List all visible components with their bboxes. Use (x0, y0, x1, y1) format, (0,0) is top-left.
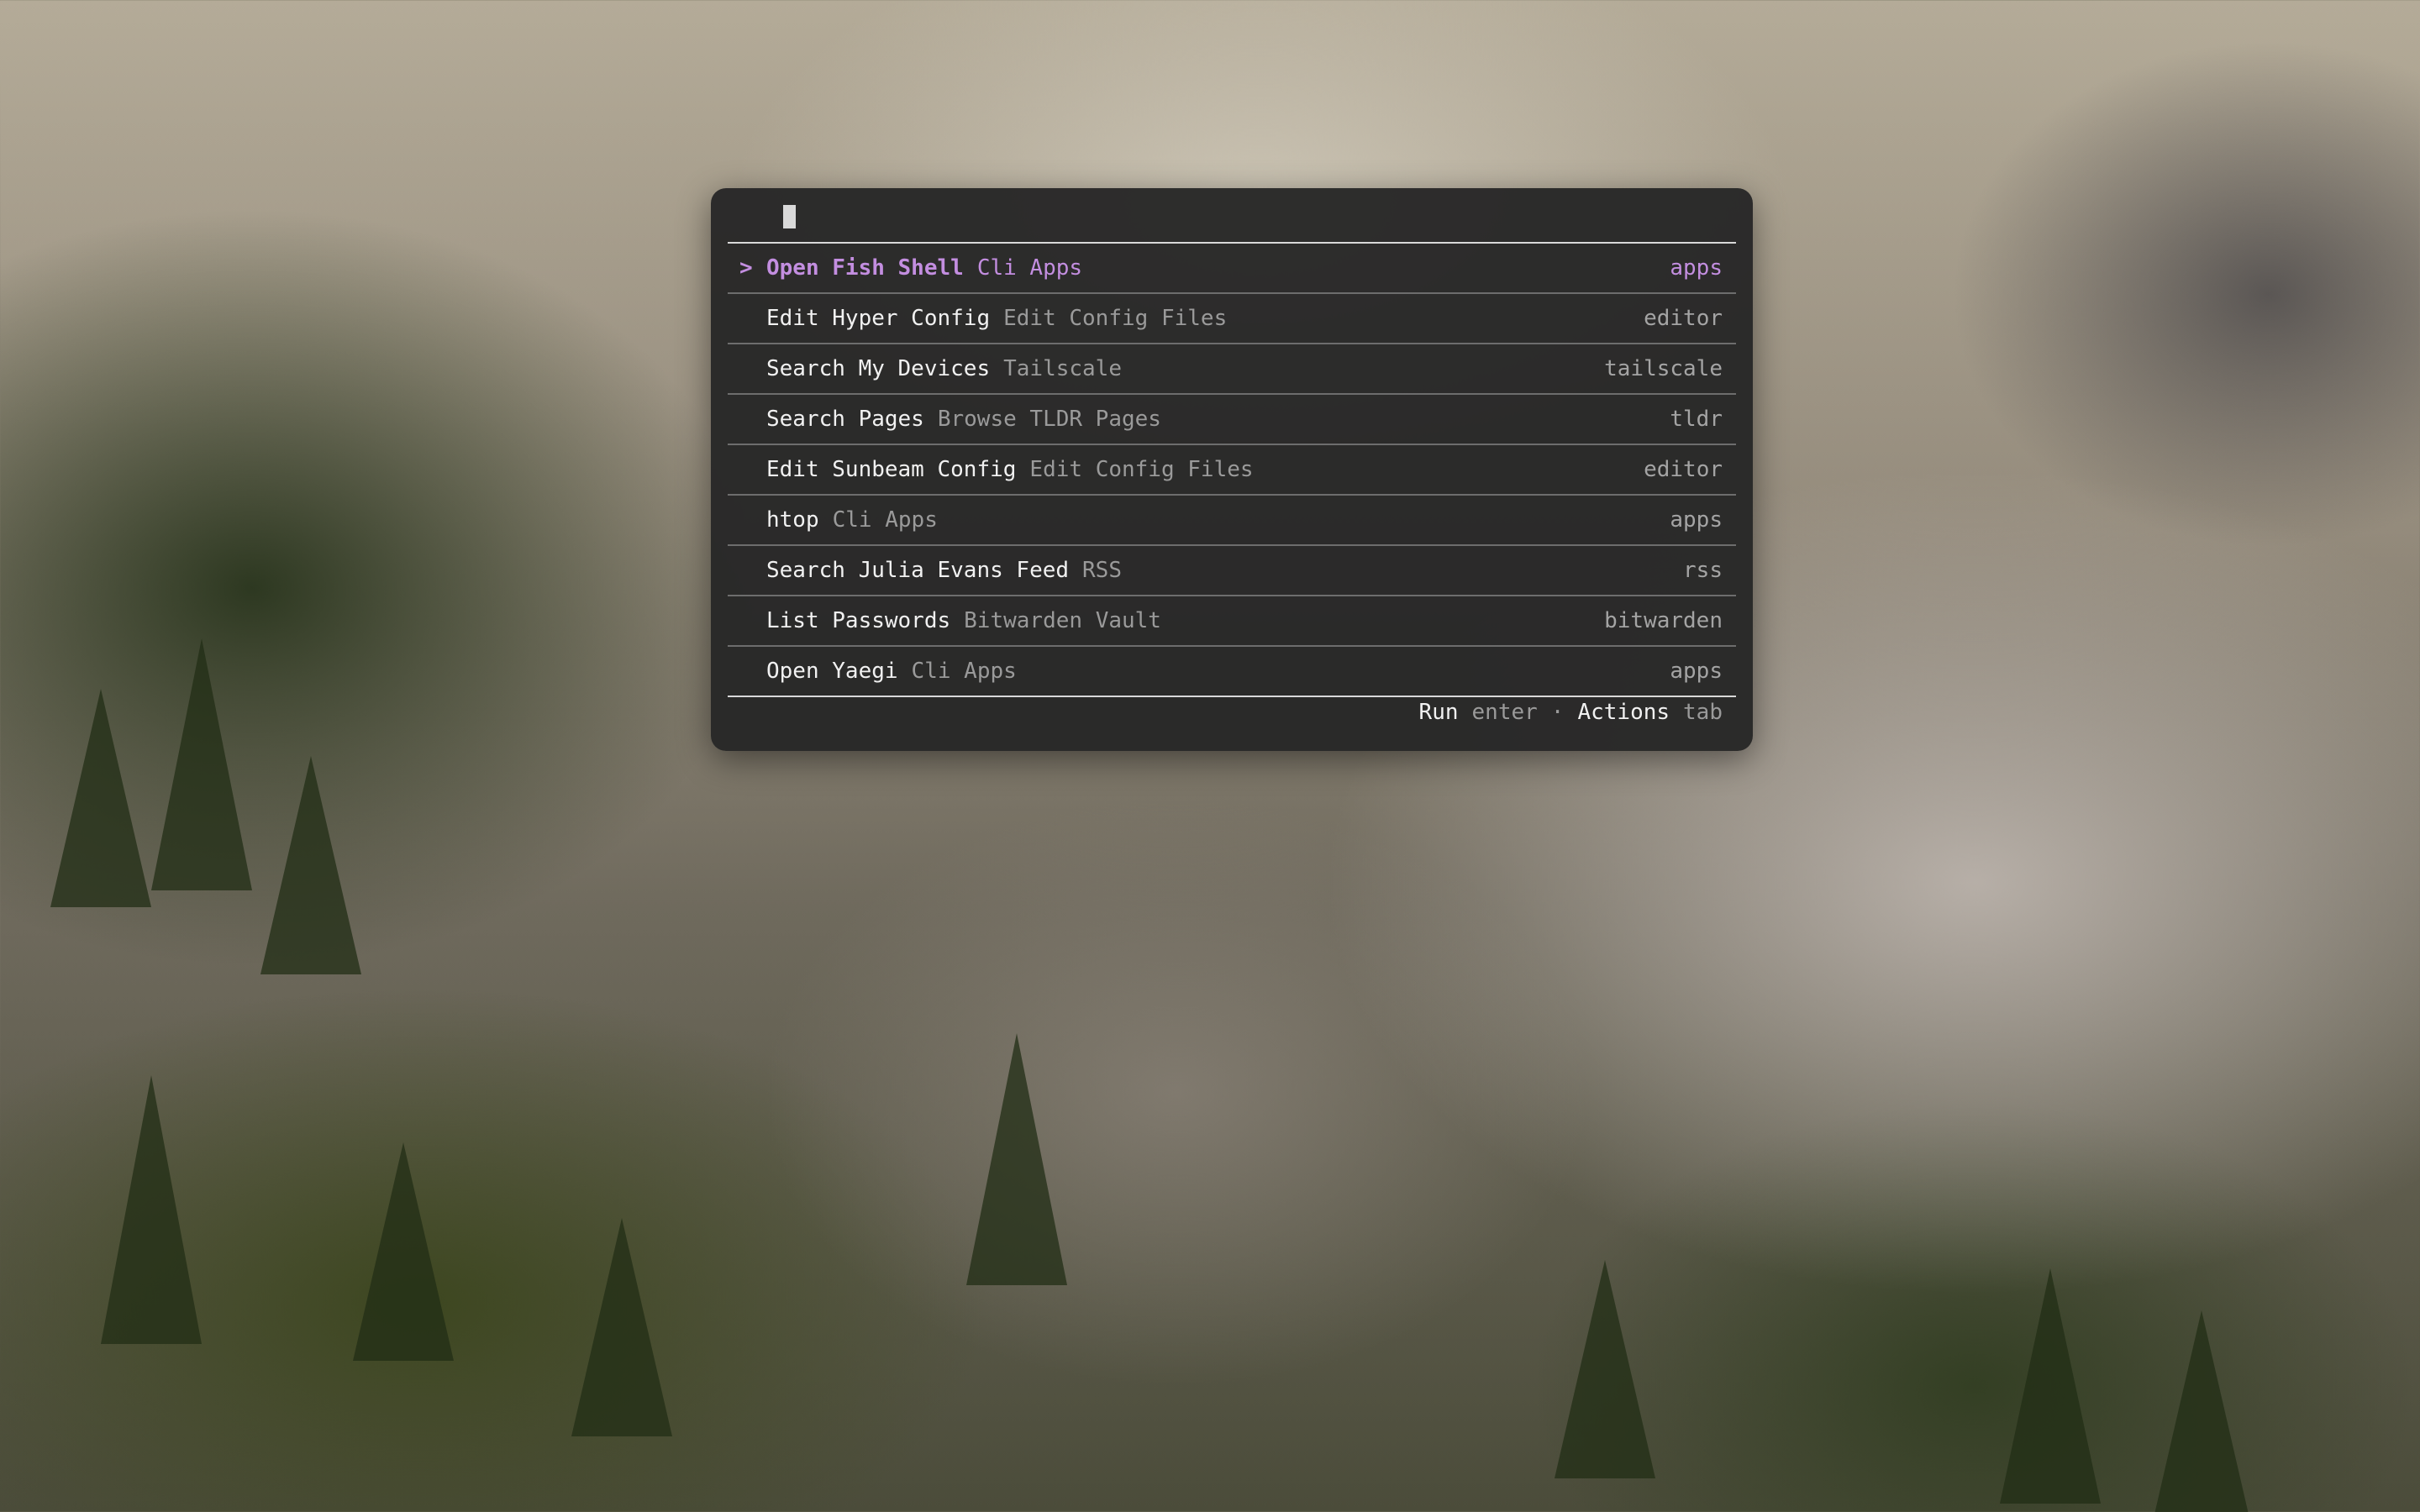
run-action-key: enter (1471, 700, 1538, 725)
command-list: > Open Fish Shell Cli Apps apps Edit Hyp… (728, 244, 1736, 697)
tree-silhouette (571, 1218, 672, 1436)
item-subtitle: Bitwarden Vault (964, 608, 1161, 633)
item-subtitle: Edit Config Files (1003, 306, 1228, 331)
item-accessory: bitwarden (1604, 608, 1723, 633)
tree-silhouette (2000, 1268, 2101, 1504)
selection-marker: > (739, 255, 753, 281)
list-item-search-my-devices[interactable]: Search My Devices Tailscale tailscale (728, 344, 1736, 395)
item-title: Edit Sunbeam Config (766, 457, 1017, 482)
item-accessory: editor (1644, 306, 1723, 331)
tree-silhouette (966, 1033, 1067, 1285)
item-title: Open Yaegi (766, 659, 898, 684)
item-subtitle: Browse TLDR Pages (937, 407, 1161, 432)
item-subtitle: Cli Apps (911, 659, 1017, 684)
item-subtitle: Tailscale (1003, 356, 1122, 381)
item-subtitle: RSS (1082, 558, 1122, 583)
tree-silhouette (151, 638, 252, 890)
item-subtitle: Edit Config Files (1029, 457, 1254, 482)
list-item-list-passwords[interactable]: List Passwords Bitwarden Vault bitwarden (728, 596, 1736, 647)
item-title: htop (766, 507, 819, 533)
item-title: List Passwords (766, 608, 951, 633)
list-item-edit-sunbeam-config[interactable]: Edit Sunbeam Config Edit Config Files ed… (728, 445, 1736, 496)
list-item-search-pages[interactable]: Search Pages Browse TLDR Pages tldr (728, 395, 1736, 445)
item-title: Search My Devices (766, 356, 991, 381)
footer-separator: · (1550, 700, 1565, 725)
item-accessory: rss (1683, 558, 1723, 583)
text-cursor (783, 205, 796, 228)
tree-silhouette (260, 756, 361, 974)
item-accessory: tldr (1670, 407, 1723, 432)
tree-silhouette (101, 1075, 202, 1344)
list-item-edit-hyper-config[interactable]: Edit Hyper Config Edit Config Files edit… (728, 294, 1736, 344)
item-title: Search Julia Evans Feed (766, 558, 1070, 583)
item-title: Edit Hyper Config (766, 306, 991, 331)
item-subtitle: Cli Apps (976, 255, 1083, 281)
command-launcher: > Open Fish Shell Cli Apps apps Edit Hyp… (711, 188, 1753, 751)
item-accessory: apps (1670, 507, 1723, 533)
tree-silhouette (2151, 1310, 2252, 1512)
action-footer: Run enter · Actions tab (1419, 689, 1723, 736)
actions-label[interactable]: Actions (1577, 700, 1670, 725)
search-input[interactable] (728, 188, 1736, 244)
list-item-open-fish-shell[interactable]: > Open Fish Shell Cli Apps apps (728, 244, 1736, 294)
tree-silhouette (353, 1142, 454, 1361)
item-accessory: apps (1670, 255, 1723, 281)
item-title: Open Fish Shell (766, 255, 964, 281)
list-item-search-julia-evans-feed[interactable]: Search Julia Evans Feed RSS rss (728, 546, 1736, 596)
item-subtitle: Cli Apps (832, 507, 938, 533)
tree-silhouette (1555, 1260, 1655, 1478)
item-title: Search Pages (766, 407, 924, 432)
item-accessory: editor (1644, 457, 1723, 482)
item-accessory: tailscale (1604, 356, 1723, 381)
tree-silhouette (50, 689, 151, 907)
actions-key: tab (1683, 700, 1723, 725)
run-action-label[interactable]: Run (1419, 700, 1459, 725)
item-accessory: apps (1670, 659, 1723, 684)
list-item-htop[interactable]: htop Cli Apps apps (728, 496, 1736, 546)
